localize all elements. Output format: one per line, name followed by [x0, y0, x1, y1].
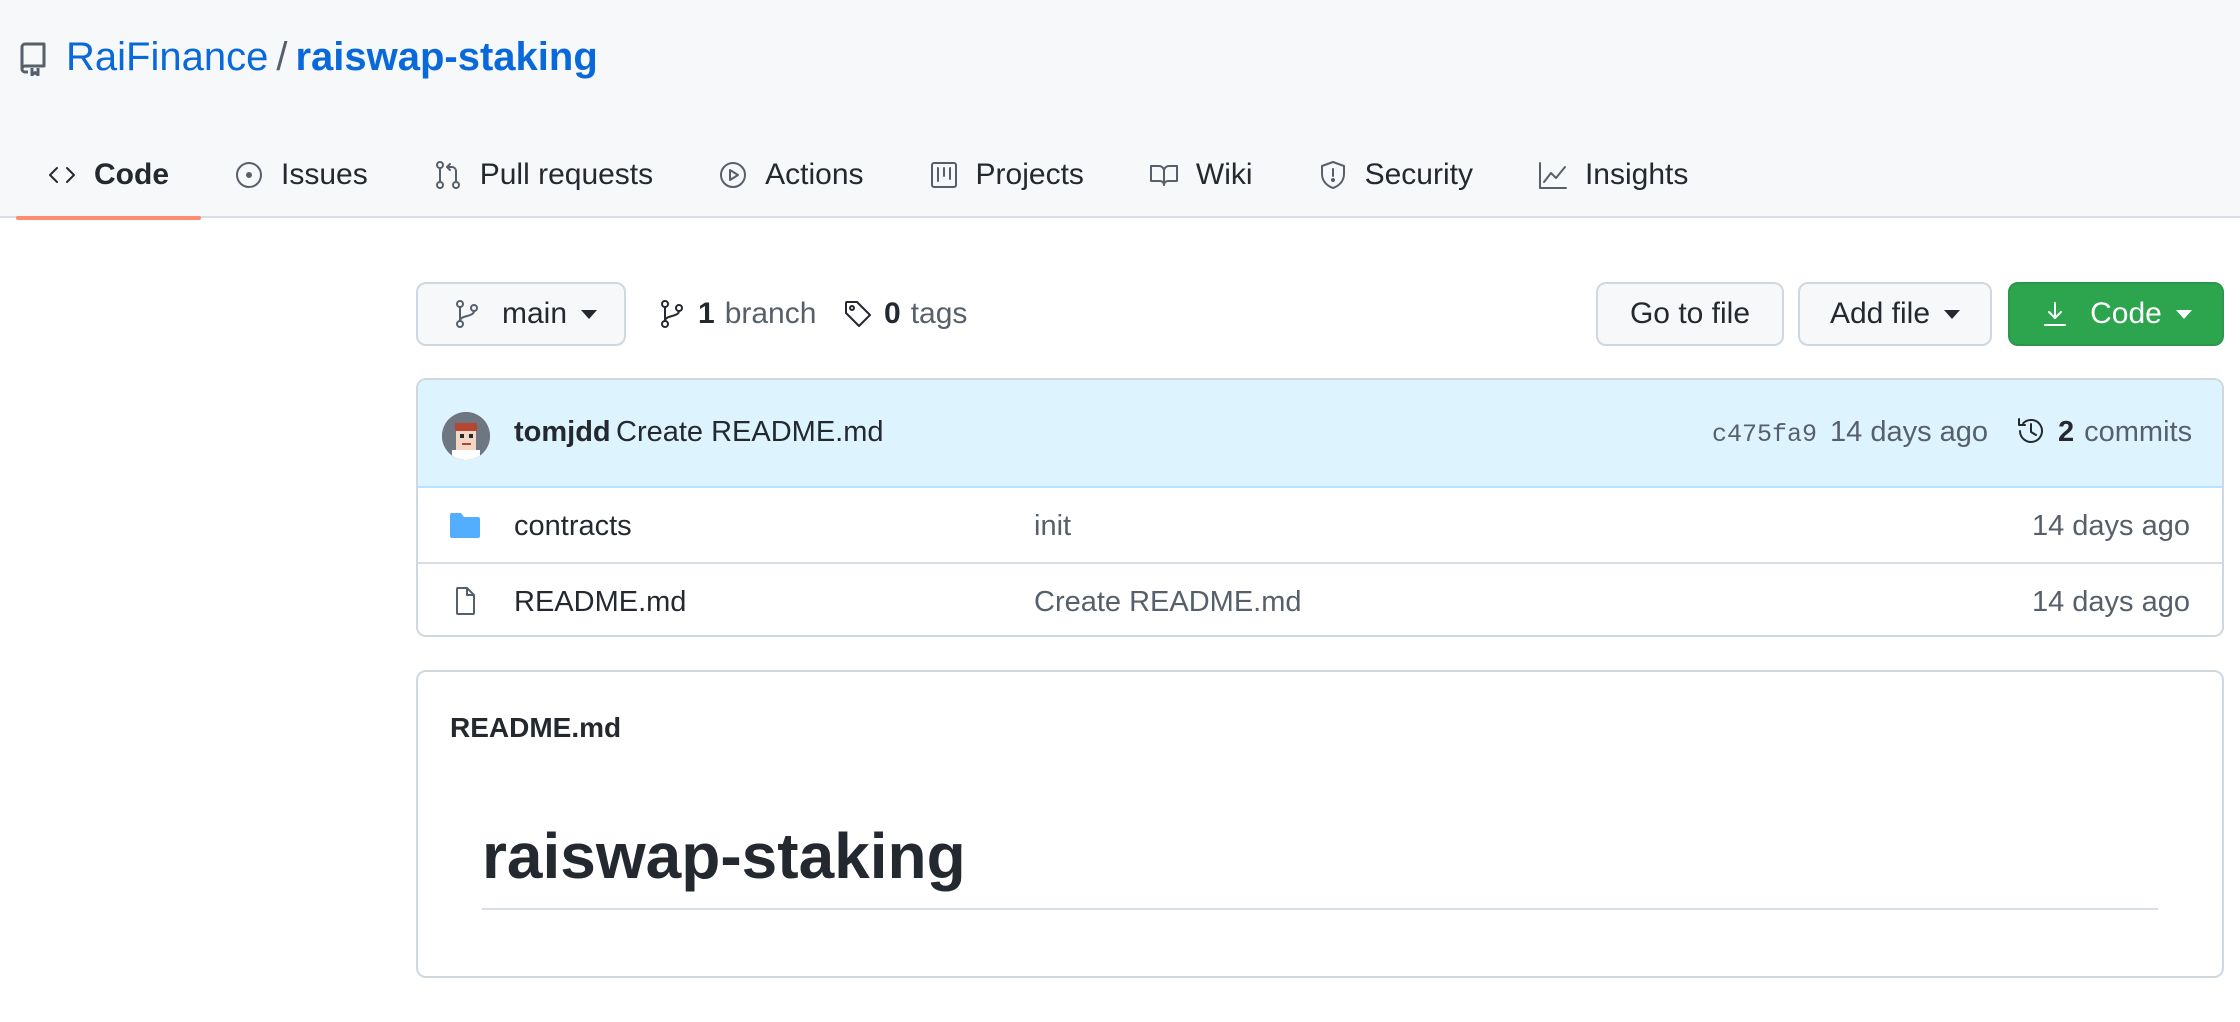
file-name-link[interactable]: README.md	[514, 586, 686, 619]
commit-age: 14 days ago	[1830, 416, 1989, 448]
commit-sha[interactable]: c475fa9	[1712, 420, 1817, 449]
branch-label: branch	[724, 297, 817, 330]
readme-filename[interactable]: README.md	[450, 712, 621, 744]
branches-link[interactable]: 1 branch	[656, 282, 816, 346]
file-commit-link[interactable]: Create README.md	[1034, 586, 1302, 619]
tab-code-label: Code	[94, 158, 169, 191]
file-browser: tomjdd Create README.md c475fa9 14 days …	[416, 378, 2224, 637]
branch-select-button[interactable]: main	[416, 282, 626, 346]
file-commit-link[interactable]: init	[1034, 510, 1071, 543]
repo-header: RaiFinance / raiswap-staking Code Issues…	[0, 0, 2240, 220]
git-branch-icon	[456, 300, 478, 328]
code-icon	[49, 167, 75, 183]
repo-icon	[20, 42, 46, 76]
file-age: 14 days ago	[2031, 510, 2190, 542]
history-icon	[2018, 417, 2043, 443]
repo-owner-link[interactable]: RaiFinance	[66, 35, 268, 80]
go-to-file-button[interactable]: Go to file	[1596, 282, 1784, 346]
download-icon	[2044, 302, 2067, 326]
tag-label: tags	[910, 297, 968, 330]
shield-icon	[1320, 161, 1345, 189]
avatar[interactable]	[442, 412, 490, 460]
tab-wiki-label: Wiki	[1195, 158, 1253, 191]
tab-pull-requests[interactable]: Pull requests	[400, 132, 685, 218]
chevron-down-icon	[581, 309, 598, 319]
tab-code[interactable]: Code	[16, 132, 201, 220]
tab-pull-requests-label: Pull requests	[479, 158, 654, 191]
file-name-link[interactable]: contracts	[514, 510, 632, 543]
tab-issues-label: Issues	[281, 158, 368, 191]
add-file-label: Add file	[1829, 297, 1931, 330]
file-navigation: main 1 branch 0 tags Go to file Add file…	[416, 282, 2224, 346]
latest-commit-bar: tomjdd Create README.md c475fa9 14 days …	[418, 380, 2222, 488]
repo-name-link[interactable]: raiswap-staking	[295, 35, 597, 80]
add-file-button[interactable]: Add file	[1798, 282, 1992, 346]
pull-request-icon	[435, 161, 460, 189]
branch-count: 1	[698, 297, 715, 330]
branch-name: main	[502, 297, 568, 330]
commits-history-link[interactable]: 2 commits	[2014, 416, 2192, 449]
file-age: 14 days ago	[2031, 586, 2190, 618]
folder-icon	[450, 513, 480, 538]
code-download-button[interactable]: Code	[2008, 282, 2224, 346]
chevron-down-icon	[2175, 309, 2192, 319]
code-button-label: Code	[2090, 297, 2162, 330]
tag-count: 0	[884, 297, 901, 330]
tab-security-label: Security	[1364, 158, 1473, 191]
readme-heading: raiswap-staking	[482, 818, 2158, 910]
tab-actions-label: Actions	[765, 158, 864, 191]
repo-path-separator: /	[276, 34, 288, 79]
table-row: contracts init 14 days ago	[418, 488, 2222, 562]
tab-wiki[interactable]: Wiki	[1116, 132, 1285, 218]
tags-link[interactable]: 0 tags	[842, 282, 967, 346]
graph-icon	[1538, 162, 1567, 189]
repo-nav-tabs: Code Issues Pull requests Actions Projec…	[16, 132, 1720, 220]
chevron-down-icon	[1944, 309, 1961, 319]
tab-projects[interactable]: Projects	[896, 132, 1116, 218]
issue-icon	[236, 162, 262, 188]
tab-projects-label: Projects	[975, 158, 1084, 191]
git-branch-icon	[661, 300, 683, 328]
commit-message[interactable]: Create README.md	[616, 416, 884, 449]
tab-security[interactable]: Security	[1285, 132, 1505, 218]
go-to-file-label: Go to file	[1629, 297, 1751, 330]
commit-count-label: commits	[2084, 416, 2193, 448]
project-board-icon	[930, 162, 957, 188]
tab-insights-label: Insights	[1584, 158, 1689, 191]
file-icon	[456, 587, 475, 615]
tab-issues[interactable]: Issues	[201, 132, 400, 218]
play-icon	[720, 162, 747, 188]
avatar-image	[442, 412, 490, 460]
commit-count: 2	[2058, 416, 2075, 448]
readme-panel: README.md raiswap-staking	[416, 670, 2224, 978]
tab-insights[interactable]: Insights	[1505, 132, 1720, 218]
tag-icon	[845, 301, 871, 327]
tab-actions[interactable]: Actions	[685, 132, 895, 218]
repo-title: RaiFinance / raiswap-staking	[18, 30, 598, 84]
book-icon	[1149, 165, 1178, 186]
commit-author[interactable]: tomjdd	[514, 416, 611, 449]
table-row: README.md Create README.md 14 days ago	[418, 562, 2222, 635]
